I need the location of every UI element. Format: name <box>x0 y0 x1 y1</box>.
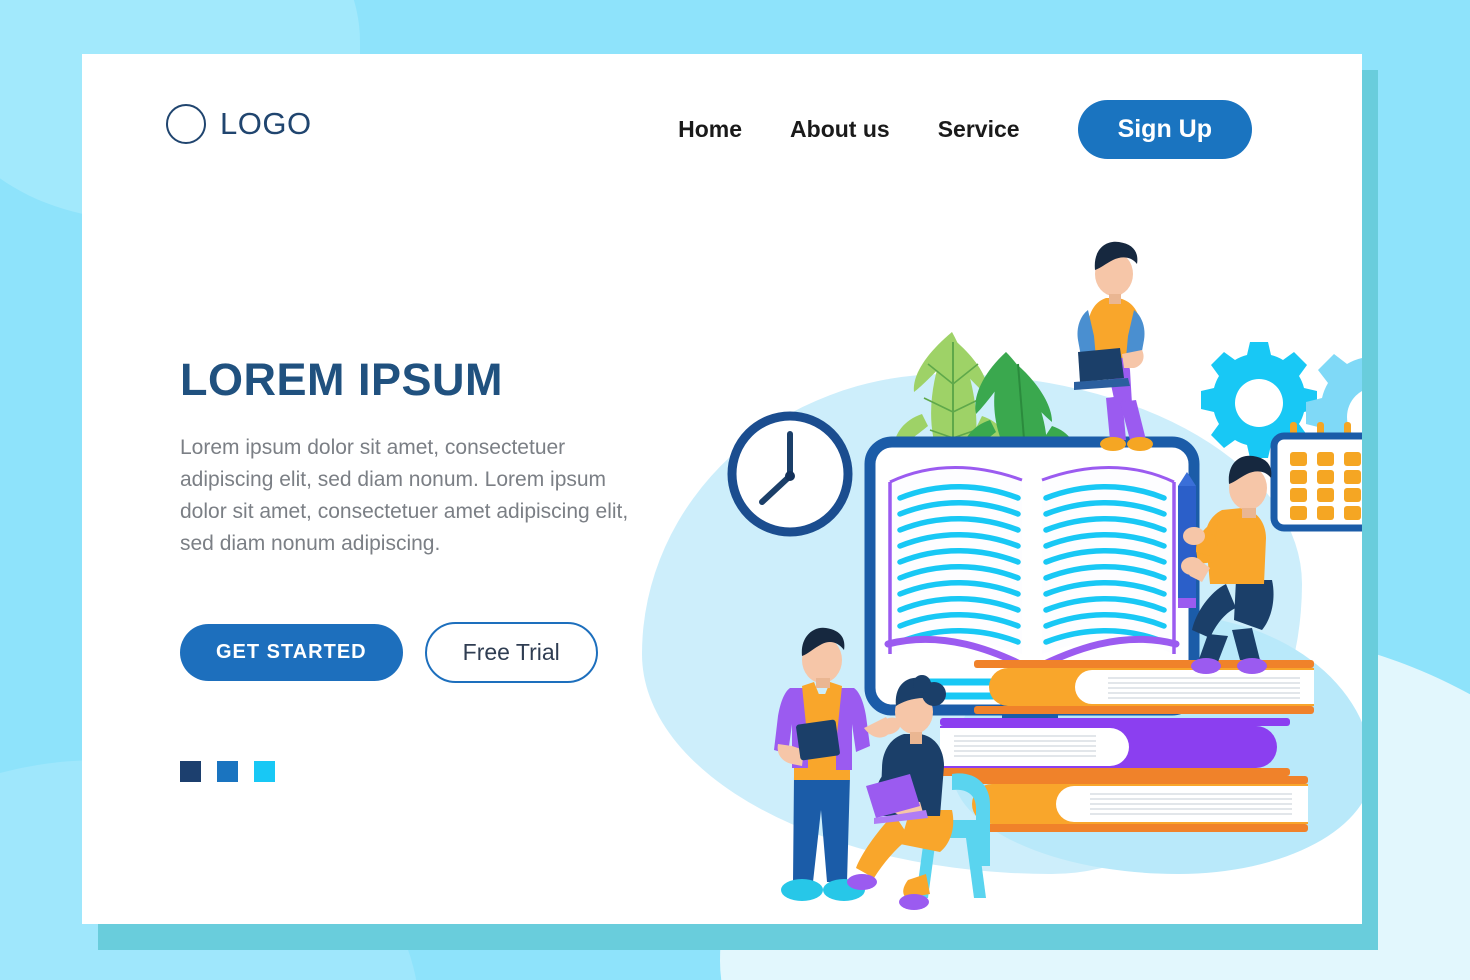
nav-item-service[interactable]: Service <box>914 116 1044 143</box>
wall-clock-icon <box>727 411 853 537</box>
calendar-icon <box>1270 422 1362 532</box>
nav-item-about-us[interactable]: About us <box>766 116 914 143</box>
hero-section: LOREM IPSUM Lorem ipsum dolor sit amet, … <box>180 354 660 782</box>
hero-title: LOREM IPSUM <box>180 354 504 405</box>
carousel-indicators <box>180 760 660 782</box>
logo[interactable]: LOGO <box>166 104 312 144</box>
site-header: LOGO Home About us Service Sign Up <box>82 54 1362 204</box>
hero-description: Lorem ipsum dolor sit amet, consectetuer… <box>180 436 629 555</box>
book-stack-icon <box>940 660 1314 832</box>
illustration-art <box>727 241 1362 910</box>
free-trial-button[interactable]: Free Trial <box>424 621 598 683</box>
main-navigation: Home About us Service Sign Up <box>654 100 1252 159</box>
page-root: LOGO Home About us Service Sign Up LOREM… <box>0 0 1470 980</box>
e-learning-illustration <box>622 214 1362 910</box>
sign-up-button[interactable]: Sign Up <box>1077 100 1252 159</box>
carousel-indicator-3[interactable] <box>254 760 275 782</box>
logo-text: LOGO <box>220 106 312 141</box>
hero-actions: GET STARTED Free Trial <box>180 621 660 683</box>
carousel-indicator-1[interactable] <box>180 760 201 782</box>
circle-outline-icon <box>166 104 206 144</box>
landing-page-card: LOGO Home About us Service Sign Up LOREM… <box>82 54 1362 924</box>
person-sitting-on-monitor <box>1074 241 1153 451</box>
nav-item-home[interactable]: Home <box>654 116 766 143</box>
carousel-indicator-2[interactable] <box>217 760 238 782</box>
get-started-button[interactable]: GET STARTED <box>180 623 403 681</box>
